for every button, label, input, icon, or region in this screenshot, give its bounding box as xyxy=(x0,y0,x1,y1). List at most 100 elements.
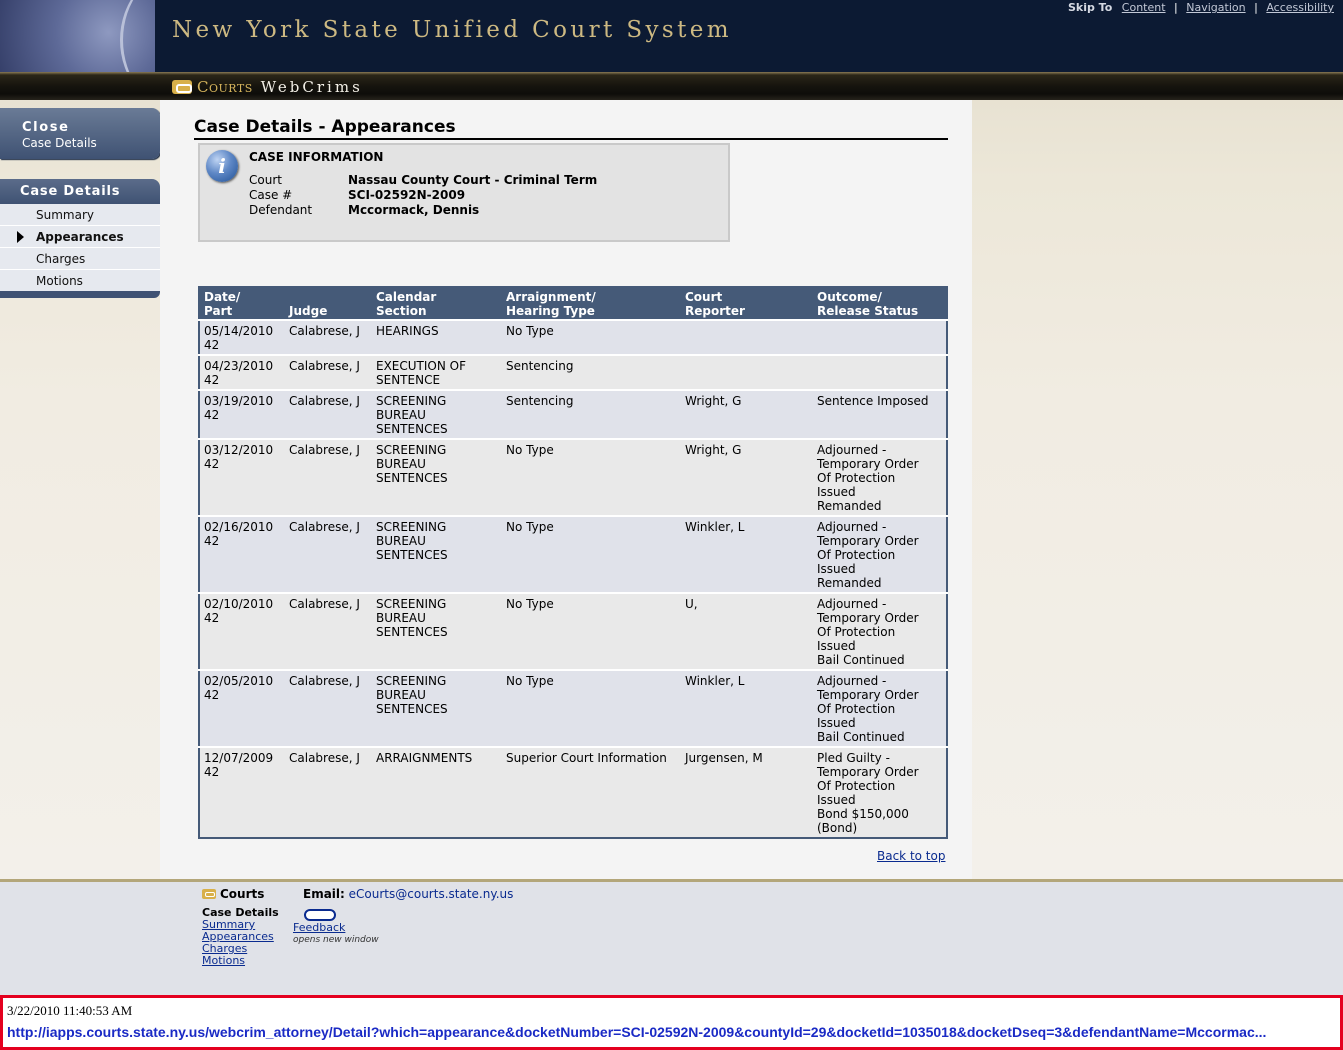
table-row: 05/14/2010 42 Calabrese, J HEARINGS No Type xyxy=(199,319,947,355)
table-row: 03/12/2010 42 Calabrese, J SCREENING BUREAU S… xyxy=(199,438,947,516)
court-row: Court Nassau County Court - Criminal Term xyxy=(249,173,597,187)
sidebar-item-label: Summary xyxy=(36,208,94,222)
cell-hearing-type: No Type xyxy=(502,669,681,747)
column-header-date-part: Date/Part xyxy=(199,287,285,320)
appearances-table-body: 05/14/2010 42 Calabrese, J HEARINGS No Type 0… xyxy=(199,319,947,838)
email-link[interactable]: eCourts@courts.state.ny.us xyxy=(349,887,514,901)
divider: | xyxy=(1254,1,1258,14)
skip-to-links: Skip To Content | Navigation | Accessibi… xyxy=(1068,1,1334,14)
cell-court-reporter xyxy=(681,319,813,355)
cell-hearing-type: Sentencing xyxy=(502,389,681,439)
column-header-court-reporter: Court Reporter xyxy=(681,287,813,320)
cell-judge: Calabrese, J xyxy=(285,354,372,390)
case-information-box: i CASE INFORMATION Court Nassau County Co… xyxy=(198,143,730,242)
sidebar-section-title: Case Details xyxy=(0,179,160,204)
cell-date-part: 04/23/2010 42 xyxy=(199,354,285,390)
appearances-table: Date/Part Judge Calendar Section Arraignm… xyxy=(198,286,948,839)
table-row: 04/23/2010 42 Calabrese, J EXECUTION OF SENT… xyxy=(199,354,947,390)
defendant-value: Mccormack, Dennis xyxy=(348,203,480,217)
cell-hearing-type: No Type xyxy=(502,319,681,355)
cell-court-reporter xyxy=(681,354,813,390)
page-title: Case Details - Appearances xyxy=(194,118,948,140)
cell-outcome: Pled Guilty - Temporary Order Of Protectio… xyxy=(813,746,947,838)
divider: | xyxy=(1174,1,1178,14)
print-info-box: 3/22/2010 11:40:53 AM http://iapps.court… xyxy=(0,995,1343,1050)
feedback-link[interactable]: Feedback xyxy=(293,921,345,934)
case-number-label: Case # xyxy=(249,188,293,202)
defendant-label: Defendant xyxy=(249,203,313,217)
sidebar-item-motions[interactable]: Motions xyxy=(0,270,160,292)
cell-date-part: 02/05/2010 42 xyxy=(199,669,285,747)
sidebar-item-charges[interactable]: Charges xyxy=(0,248,160,270)
cell-court-reporter: Winkler, L xyxy=(681,669,813,747)
table-row: 02/16/2010 42 Calabrese, J SCREENING BUREAU S… xyxy=(199,515,947,593)
cell-date-part: 03/12/2010 42 xyxy=(199,438,285,516)
case-number-value: SCI-02592N-2009 xyxy=(348,188,466,202)
cell-outcome: Sentence Imposed xyxy=(813,389,947,439)
table-row: 02/05/2010 42 Calabrese, J SCREENING BUREAU S… xyxy=(199,669,947,747)
cell-court-reporter: U, xyxy=(681,592,813,670)
cell-outcome: Adjourned - Temporary Order Of Protection I… xyxy=(813,592,947,670)
skip-to-label: Skip To xyxy=(1067,1,1113,14)
cell-hearing-type: No Type xyxy=(502,515,681,593)
cell-date-part: 12/07/2009 42 xyxy=(199,746,285,838)
sidebar-item-label: Charges xyxy=(36,252,86,266)
cell-date-part: 05/14/2010 42 xyxy=(199,319,285,355)
footer-link-motions[interactable]: Motions xyxy=(202,955,245,967)
table-row: 12/07/2009 42 Calabrese, J ARRAIGNMENTS Supe… xyxy=(199,746,947,838)
print-url: http://iapps.courts.state.ny.us/webcrim_… xyxy=(7,1024,1267,1040)
header-statue-image xyxy=(0,0,155,72)
cell-court-reporter: Wright, G xyxy=(681,438,813,516)
sidebar-item-appearances[interactable]: Appearances xyxy=(0,226,160,248)
close-sublabel: Case Details xyxy=(22,136,97,150)
sidebar-item-label: Motions xyxy=(36,274,83,288)
sidebar-item-summary[interactable]: Summary xyxy=(0,204,160,226)
cell-outcome: Adjourned - Temporary Order Of Protection I… xyxy=(813,669,947,747)
cell-court-reporter: Wright, G xyxy=(681,389,813,439)
sidebar-item-label: Appearances xyxy=(36,230,124,244)
close-case-details-button[interactable]: Close Case Details xyxy=(0,108,160,159)
cell-judge: Calabrese, J xyxy=(285,515,372,593)
cell-calendar-section: SCREENING BUREAU SENTENCES xyxy=(372,389,502,439)
skip-navigation-link[interactable]: Navigation xyxy=(1186,1,1245,14)
case-info-heading: CASE INFORMATION xyxy=(249,150,384,164)
skip-content-link[interactable]: Content xyxy=(1122,1,1166,14)
cell-outcome: Adjourned - Temporary Order Of Protection I… xyxy=(813,515,947,593)
skip-accessibility-link[interactable]: Accessibility xyxy=(1266,1,1334,14)
footer-courts-logo: Courts xyxy=(202,887,264,901)
case-number-row: Case # SCI-02592N-2009 xyxy=(249,188,465,202)
table-header-row: Date/Part Judge Calendar Section Arraignm… xyxy=(199,287,947,320)
back-to-top-link[interactable]: Back to top xyxy=(877,849,945,863)
main-content: Case Details - Appearances i CASE INFORM… xyxy=(160,100,972,880)
info-icon: i xyxy=(206,150,238,182)
feedback-speech-bubble-icon[interactable] xyxy=(304,909,336,921)
cell-calendar-section: SCREENING BUREAU SENTENCES xyxy=(372,669,502,747)
table-row: 03/19/2010 42 Calabrese, J SCREENING BUREAU S… xyxy=(199,389,947,439)
email-label: Email: xyxy=(303,887,345,901)
feedback-note: opens new window xyxy=(293,935,379,945)
courts-logo-icon xyxy=(202,889,216,899)
cell-judge: Calabrese, J xyxy=(285,389,372,439)
close-label: Close xyxy=(22,120,70,135)
table-row: 02/10/2010 42 Calabrese, J SCREENING BUREAU S… xyxy=(199,592,947,670)
court-value: Nassau County Court - Criminal Term xyxy=(348,173,598,187)
logo-courts-text: Courts xyxy=(197,78,253,96)
cell-hearing-type: No Type xyxy=(502,592,681,670)
defendant-row: Defendant Mccormack, Dennis xyxy=(249,203,479,217)
cell-outcome xyxy=(813,319,947,355)
sidebar-nav: Summary Appearances Charges Motions xyxy=(0,204,160,292)
cell-outcome xyxy=(813,354,947,390)
cell-court-reporter: Jurgensen, M xyxy=(681,746,813,838)
cell-calendar-section: SCREENING BUREAU SENTENCES xyxy=(372,438,502,516)
logo-app-text: WebCrims xyxy=(260,78,363,96)
courts-logo-icon xyxy=(172,80,192,94)
cell-judge: Calabrese, J xyxy=(285,669,372,747)
cell-hearing-type: No Type xyxy=(502,438,681,516)
current-page-arrow-icon xyxy=(17,231,24,243)
cell-calendar-section: ARRAIGNMENTS xyxy=(372,746,502,838)
cell-calendar-section: SCREENING BUREAU SENTENCES xyxy=(372,592,502,670)
cell-judge: Calabrese, J xyxy=(285,592,372,670)
page-footer: Courts Email: eCourts@courts.state.ny.us… xyxy=(0,879,1343,995)
cell-judge: Calabrese, J xyxy=(285,746,372,838)
cell-calendar-section: HEARINGS xyxy=(372,319,502,355)
